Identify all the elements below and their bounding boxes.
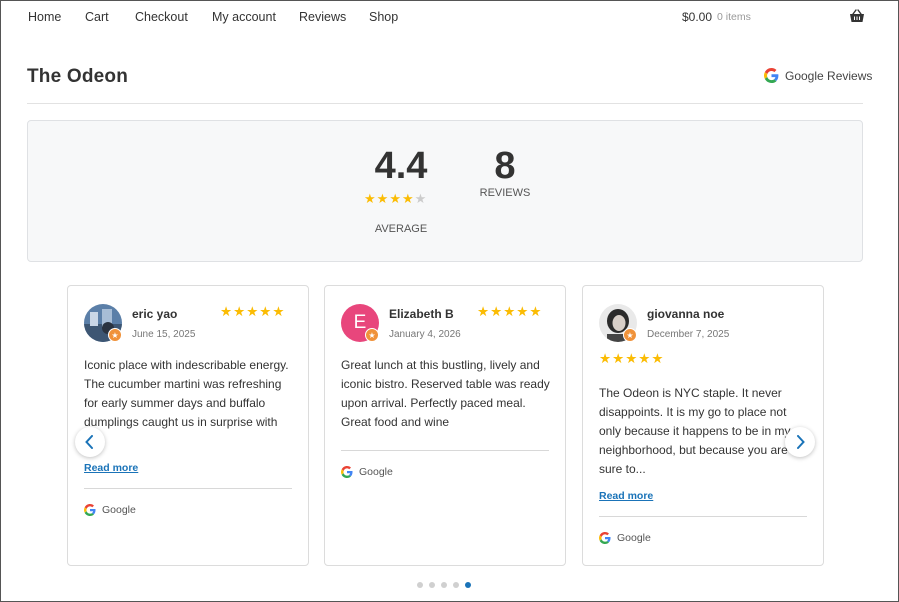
carousel-dot[interactable] xyxy=(453,582,459,588)
local-guide-badge-icon: ★ xyxy=(108,328,122,342)
basket-icon[interactable] xyxy=(849,9,865,23)
reviewer-name: giovanna noe xyxy=(647,307,725,321)
star-icon: ★ xyxy=(364,191,377,206)
average-rating-stars: ★★★★★ xyxy=(364,191,440,207)
chevron-right-icon xyxy=(797,435,805,449)
google-reviews-link[interactable]: Google Reviews xyxy=(764,68,872,83)
review-date: December 7, 2025 xyxy=(647,329,730,340)
google-reviews-label: Google Reviews xyxy=(785,68,873,83)
star-icon: ★ xyxy=(376,191,390,206)
nav-reviews[interactable]: Reviews xyxy=(299,10,346,24)
page-title: The Odeon xyxy=(27,66,129,87)
google-g-icon xyxy=(84,504,96,516)
card-divider xyxy=(599,516,807,517)
review-count-value: 8 xyxy=(494,145,516,187)
carousel-prev-button[interactable] xyxy=(75,427,105,457)
carousel-dot[interactable] xyxy=(417,582,423,588)
nav-home[interactable]: Home xyxy=(28,10,61,24)
nav-checkout[interactable]: Checkout xyxy=(135,10,188,24)
card-divider xyxy=(84,488,292,489)
review-count-label: REVIEWS xyxy=(479,187,531,199)
review-text: The Odeon is NYC staple. It never disapp… xyxy=(599,386,791,476)
cart-total[interactable]: $0.00 xyxy=(682,10,712,24)
average-rating-value: 4.4 xyxy=(374,145,428,187)
nav-my-account[interactable]: My account xyxy=(212,10,276,24)
review-stars: ★★★★★ xyxy=(477,304,543,319)
carousel-dot-active[interactable] xyxy=(465,582,471,588)
google-g-icon xyxy=(599,532,611,544)
review-source-label: Google xyxy=(617,532,651,544)
review-text: Great lunch at this bustling, lively and… xyxy=(341,358,550,429)
cart-item-count[interactable]: 0 items xyxy=(717,11,751,23)
review-card: ★ giovanna noe December 7, 2025 ★★★★★ Th… xyxy=(582,285,824,566)
carousel-dot[interactable] xyxy=(429,582,435,588)
carousel-next-button[interactable] xyxy=(785,427,815,457)
review-date: January 4, 2026 xyxy=(389,329,461,340)
google-g-icon xyxy=(341,466,353,478)
carousel-dot[interactable] xyxy=(441,582,447,588)
review-card: ★ eric yao June 15, 2025 ★★★★★ Iconic pl… xyxy=(67,285,309,566)
star-empty-icon: ★ xyxy=(414,191,428,206)
card-divider xyxy=(341,450,549,451)
review-stars: ★★★★★ xyxy=(220,304,286,319)
review-card: E ★ Elizabeth B January 4, 2026 ★★★★★ Gr… xyxy=(324,285,566,566)
carousel-pagination xyxy=(417,582,471,588)
chevron-left-icon xyxy=(85,435,93,449)
title-divider xyxy=(27,103,863,104)
local-guide-badge-icon: ★ xyxy=(365,328,379,342)
read-more-link[interactable]: Read more xyxy=(84,462,138,474)
review-stars: ★★★★★ xyxy=(599,351,665,366)
review-source-label: Google xyxy=(359,466,393,478)
review-text: Iconic place with indescribable energy. … xyxy=(84,358,289,429)
review-date: June 15, 2025 xyxy=(132,329,196,340)
rating-summary: 4.4 ★★★★★ AVERAGE 8 REVIEWS xyxy=(27,120,863,262)
average-label: AVERAGE xyxy=(374,223,428,235)
review-source: Google xyxy=(599,532,651,544)
review-source: Google xyxy=(84,504,136,516)
star-icon: ★ xyxy=(401,191,415,206)
reviewer-name: Elizabeth B xyxy=(389,307,454,321)
top-navigation: Home Cart Checkout My account Reviews Sh… xyxy=(1,1,898,35)
review-source-label: Google xyxy=(102,504,136,516)
review-source: Google xyxy=(341,466,393,478)
star-icon: ★ xyxy=(389,191,402,206)
local-guide-badge-icon: ★ xyxy=(623,328,637,342)
nav-cart[interactable]: Cart xyxy=(85,10,109,24)
read-more-link[interactable]: Read more xyxy=(599,490,653,502)
google-g-icon xyxy=(764,68,779,83)
reviewer-name: eric yao xyxy=(132,307,178,321)
nav-shop[interactable]: Shop xyxy=(369,10,398,24)
